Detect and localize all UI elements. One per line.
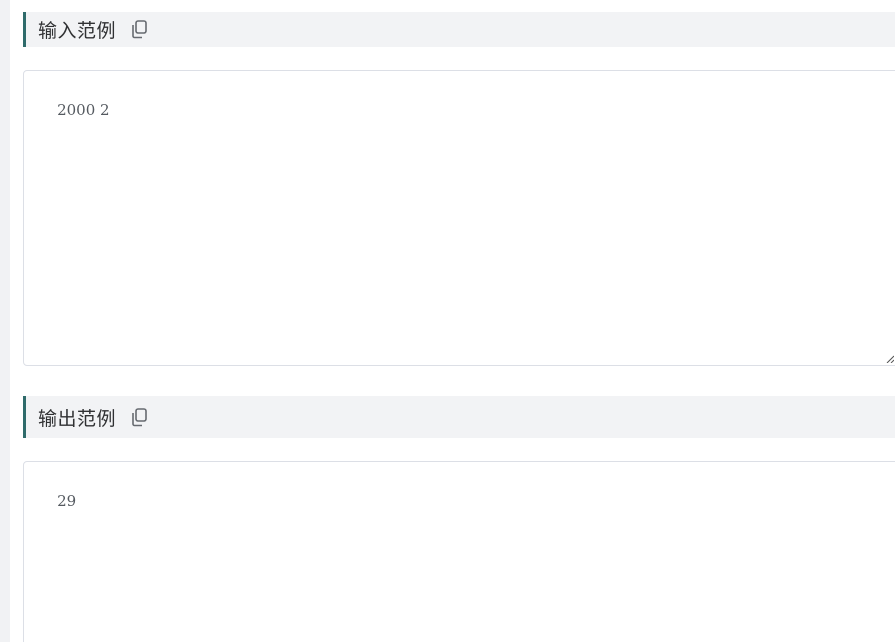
output-sample-content: 29 [57, 492, 77, 510]
output-sample-title: 输出范例 [38, 407, 117, 430]
input-sample-title: 输入范例 [38, 20, 117, 42]
input-sample-textarea[interactable]: 2000 2 [23, 70, 895, 366]
resize-grip-icon[interactable] [886, 355, 894, 363]
sample-io-panel: 输入范例 2000 2 输出范例 29 [0, 0, 895, 642]
copy-icon[interactable] [130, 407, 148, 427]
left-divider [0, 0, 10, 642]
output-sample-textarea[interactable]: 29 [23, 461, 895, 642]
input-sample-content: 2000 2 [57, 101, 110, 119]
copy-icon[interactable] [130, 20, 148, 40]
input-sample-header: 输入范例 [23, 12, 895, 47]
output-sample-header: 输出范例 [23, 396, 895, 438]
